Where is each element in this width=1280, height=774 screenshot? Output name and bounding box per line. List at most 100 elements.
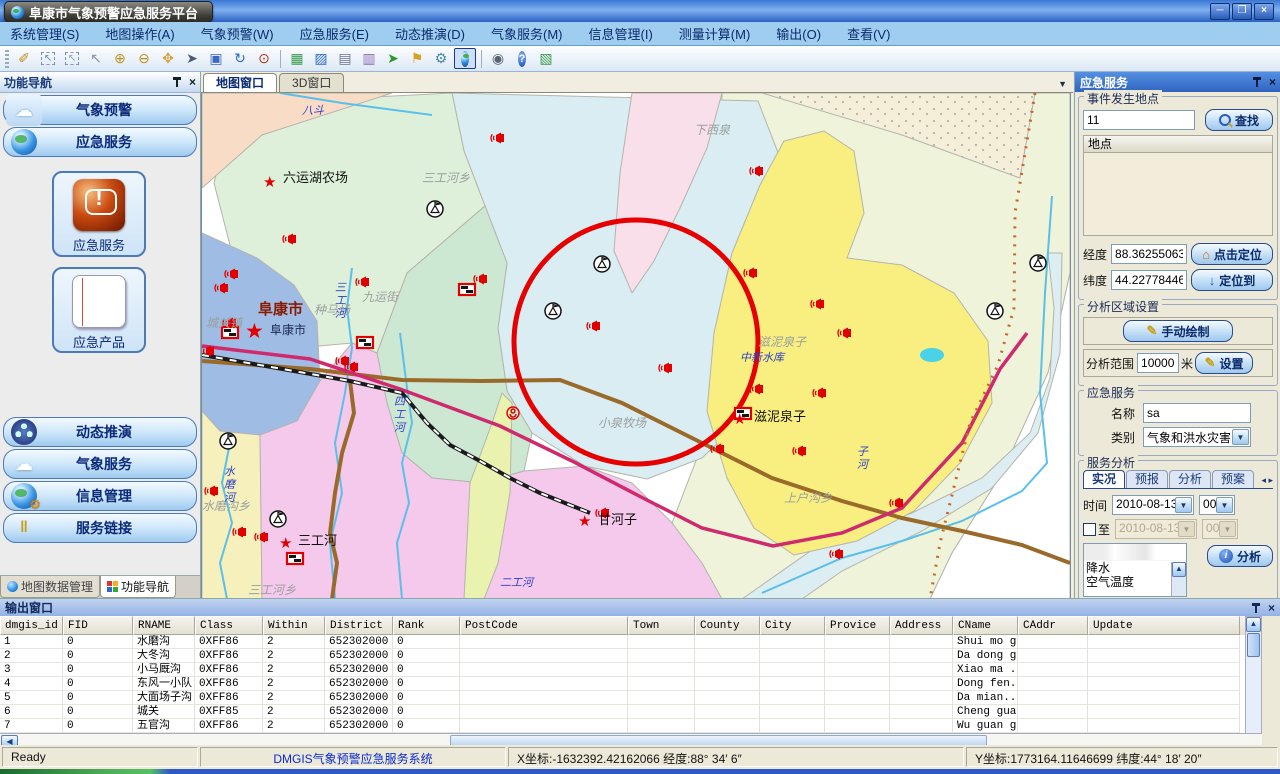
menu-item[interactable]: 系统管理(S) <box>10 24 79 43</box>
map-tab-3D窗口[interactable]: 3D窗口 <box>279 73 344 92</box>
column-header-Rank[interactable]: Rank <box>393 616 460 635</box>
flag-marker[interactable] <box>287 553 303 564</box>
search-button[interactable]: 查找 <box>1205 109 1273 131</box>
monitor-station-marker[interactable] <box>220 433 236 449</box>
table-row[interactable]: 70五官沟0XFF8626523020000Wu guan gou <box>0 719 1246 733</box>
result-table[interactable]: dmgis_idFIDRNAMEClassWithinDistrictRank P… <box>0 616 1246 733</box>
column-header-District[interactable]: District <box>325 616 393 635</box>
zoom-out-icon[interactable]: ⊖ <box>133 48 155 69</box>
flag-marker[interactable] <box>459 284 475 295</box>
column-header-Class[interactable]: Class <box>195 616 263 635</box>
flag-marker[interactable] <box>357 337 373 348</box>
menu-item[interactable]: 气象服务(M) <box>491 24 563 43</box>
date-select[interactable]: 2010-08-13▼ <box>1112 495 1194 515</box>
date-select-disabled[interactable]: 2010-08-13▼ <box>1115 519 1197 539</box>
latitude-field[interactable] <box>1111 270 1187 290</box>
goto-location-button[interactable]: ↓ 定位到 <box>1191 269 1273 291</box>
table-row[interactable]: 30小马厩沟0XFF8626523020000Xiao ma ... <box>0 663 1246 677</box>
nav-group-1[interactable]: 应急服务 <box>3 127 197 157</box>
monitor-station-marker[interactable] <box>270 511 286 527</box>
manual-draw-button[interactable]: ✎ 手动绘制 <box>1123 320 1233 342</box>
monitor-station-marker[interactable] <box>594 256 610 272</box>
table-row[interactable]: 40东风一小队0XFF8626523020000Dong fen... <box>0 677 1246 691</box>
set-range-button[interactable]: ✎ 设置 <box>1195 352 1253 374</box>
menu-item[interactable]: 动态推演(D) <box>395 24 465 43</box>
analysis-tab-预案[interactable]: 预案 <box>1212 470 1254 488</box>
full-extent-icon[interactable]: ▣ <box>205 48 227 69</box>
measure-icon[interactable]: ✐ <box>13 48 35 69</box>
service-name-input[interactable] <box>1143 403 1251 423</box>
column-header-County[interactable]: County <box>695 616 760 635</box>
nav-lower-group-2[interactable]: 信息管理 <box>3 481 197 511</box>
nav-tab-地图数据管理[interactable]: 地图数据管理 <box>0 576 100 598</box>
select-polygon-icon[interactable]: ↖ <box>61 48 83 69</box>
chevron-down-icon[interactable]: ▼ <box>1058 79 1067 89</box>
menu-item[interactable]: 查看(V) <box>847 24 890 43</box>
print-preview-icon[interactable]: ▥ <box>358 48 380 69</box>
element-list[interactable]: 降水空气温度▲ <box>1083 543 1187 597</box>
nav-group-0[interactable]: ☁气象预警 <box>3 95 197 125</box>
pointer-green-icon[interactable]: ➤ <box>382 48 404 69</box>
refresh-icon[interactable]: ↻ <box>229 48 251 69</box>
column-header-FID[interactable]: FID <box>63 616 133 635</box>
service-type-select[interactable]: 气象和洪水灾害 ▼ <box>1143 427 1251 447</box>
export-map-icon[interactable]: ▨ <box>310 48 332 69</box>
longitude-field[interactable] <box>1111 244 1187 264</box>
map-tab-地图窗口[interactable]: 地图窗口 <box>203 73 277 92</box>
map-layers-icon[interactable]: ▦ <box>286 48 308 69</box>
select-marquee-icon[interactable]: ↖ <box>37 48 59 69</box>
zoom-query-icon[interactable]: ⊙ <box>253 48 275 69</box>
minimize-button[interactable]: ─ <box>1210 3 1230 20</box>
emergency-product-button[interactable]: 应急产品 <box>52 267 146 353</box>
hour-select-disabled[interactable]: 00▼ <box>1202 519 1238 539</box>
analysis-tab-分析[interactable]: 分析 <box>1169 470 1211 488</box>
pan-icon[interactable]: ✥ <box>157 48 179 69</box>
scroll-up-icon[interactable]: ▲ <box>1246 617 1261 632</box>
help-icon[interactable]: ? <box>511 48 533 69</box>
chevron-down-icon[interactable]: ▼ <box>1232 429 1249 445</box>
scroll-up-icon[interactable]: ▲ <box>1172 562 1186 577</box>
menu-item[interactable]: 地图操作(A) <box>105 24 174 43</box>
toolbar-grip[interactable] <box>5 50 9 68</box>
pointer-icon[interactable]: ↖ <box>85 48 107 69</box>
hour-select[interactable]: 00▼ <box>1199 495 1235 515</box>
range-input[interactable] <box>1137 353 1179 373</box>
analysis-tab-预报[interactable]: 预报 <box>1126 470 1168 488</box>
globe-tool-icon[interactable] <box>454 48 476 69</box>
print-icon[interactable]: ▤ <box>334 48 356 69</box>
settings-icon[interactable]: ⚙ <box>430 48 452 69</box>
column-header-Within[interactable]: Within <box>263 616 325 635</box>
image-tree-icon[interactable]: ▧ <box>535 48 557 69</box>
column-header-City[interactable]: City <box>760 616 825 635</box>
nav-lower-group-3[interactable]: ‖服务链接 <box>3 513 197 543</box>
location-list[interactable] <box>1083 152 1273 236</box>
menu-item[interactable]: 应急服务(E) <box>300 24 369 43</box>
tab-scroll-arrows[interactable]: ◂ ▸ <box>1261 475 1273 486</box>
pin-icon[interactable] <box>1251 603 1260 613</box>
table-row[interactable]: 50大面场子沟0XFF8626523020000Da mian... <box>0 691 1246 705</box>
close-button[interactable]: × <box>1254 3 1274 20</box>
column-header-dmgis_id[interactable]: dmgis_id <box>0 616 63 635</box>
menu-item[interactable]: 信息管理(I) <box>589 24 653 43</box>
column-header-Address[interactable]: Address <box>890 616 953 635</box>
column-header-Provice[interactable]: Provice <box>825 616 890 635</box>
table-row[interactable]: 10水磨沟0XFF8626523020000Shui mo gou <box>0 635 1246 649</box>
select-arrow-icon[interactable]: ➤ <box>181 48 203 69</box>
location-list-header[interactable]: 地点 <box>1083 135 1273 152</box>
column-header-RNAME[interactable]: RNAME <box>133 616 195 635</box>
column-header-CAddr[interactable]: CAddr <box>1018 616 1088 635</box>
table-row[interactable]: 20大冬沟0XFF8626523020000Da dong gou <box>0 649 1246 663</box>
nav-lower-group-1[interactable]: ☁气象服务 <box>3 449 197 479</box>
close-icon[interactable]: × <box>189 76 196 88</box>
column-header-Update[interactable]: Update <box>1088 616 1240 635</box>
menu-item[interactable]: 气象预警(W) <box>201 24 274 43</box>
pin-icon[interactable] <box>1252 77 1261 87</box>
pin-icon[interactable] <box>172 77 181 87</box>
table-row[interactable]: 60城关0XFF8526523020000Cheng guan <box>0 705 1246 719</box>
click-locate-button[interactable]: ⌂ 点击定位 <box>1191 243 1273 265</box>
location-search-input[interactable] <box>1083 110 1195 130</box>
zoom-in-icon[interactable]: ⊕ <box>109 48 131 69</box>
analysis-tab-实况[interactable]: 实况 <box>1083 470 1125 488</box>
analyze-button[interactable]: i 分析 <box>1207 545 1273 567</box>
eye-icon[interactable]: ◉ <box>487 48 509 69</box>
